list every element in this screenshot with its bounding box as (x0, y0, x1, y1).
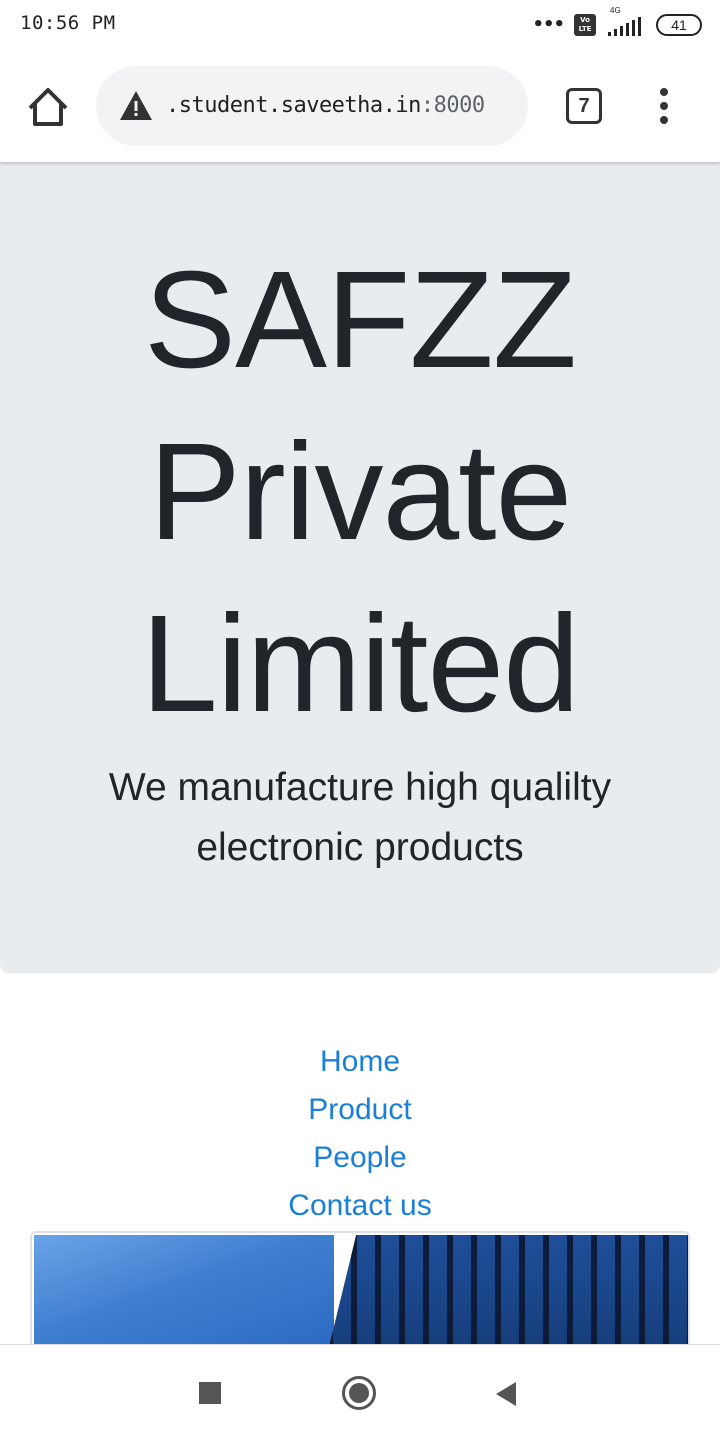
nav-link-product[interactable]: Product (308, 1086, 411, 1134)
overflow-menu-icon (660, 88, 668, 124)
url-host: .student.saveetha.in (166, 93, 421, 118)
hero-jumbotron: SAFZZ Private Limited We manufacture hig… (0, 162, 720, 973)
nav-link-home[interactable]: Home (320, 1038, 400, 1086)
home-icon (28, 88, 68, 126)
signal-icon: 4G (606, 6, 646, 38)
url-text[interactable]: .student.saveetha.in:8000 (166, 86, 516, 126)
status-bar: 10:56 PM ••• Vo LTE 4G 41 (0, 0, 720, 50)
site-nav: Home Product People Contact us (0, 1038, 720, 1230)
nav-link-contact[interactable]: Contact us (288, 1182, 431, 1230)
nav-link-people[interactable]: People (313, 1134, 406, 1182)
url-port: :8000 (420, 93, 485, 118)
banner-image (30, 1231, 690, 1351)
home-button[interactable] (24, 84, 72, 132)
status-time: 10:56 PM (20, 12, 116, 34)
recents-icon[interactable] (199, 1382, 221, 1404)
system-nav-bar (0, 1344, 720, 1440)
back-icon[interactable] (494, 1381, 518, 1407)
hero-title: SAFZZ Private Limited (141, 243, 580, 741)
home-circle-icon[interactable] (342, 1376, 376, 1410)
status-icons: ••• Vo LTE 4G 41 (532, 6, 702, 38)
notification-dots-icon: ••• (532, 14, 565, 35)
address-bar[interactable]: .student.saveetha.in:8000 (96, 66, 528, 146)
hero-subtitle: We manufacture high qualilty electronic … (108, 766, 612, 869)
volte-icon: Vo LTE (574, 14, 596, 36)
battery-level: 41 (671, 17, 687, 33)
tabs-button[interactable]: 7 (566, 88, 602, 124)
warning-icon[interactable] (118, 88, 154, 124)
banner-building (327, 1235, 688, 1349)
overflow-menu-button[interactable] (654, 86, 674, 126)
battery-icon: 41 (656, 14, 702, 36)
banner-sky (34, 1235, 334, 1349)
browser-toolbar: .student.saveetha.in:8000 7 (0, 50, 720, 162)
